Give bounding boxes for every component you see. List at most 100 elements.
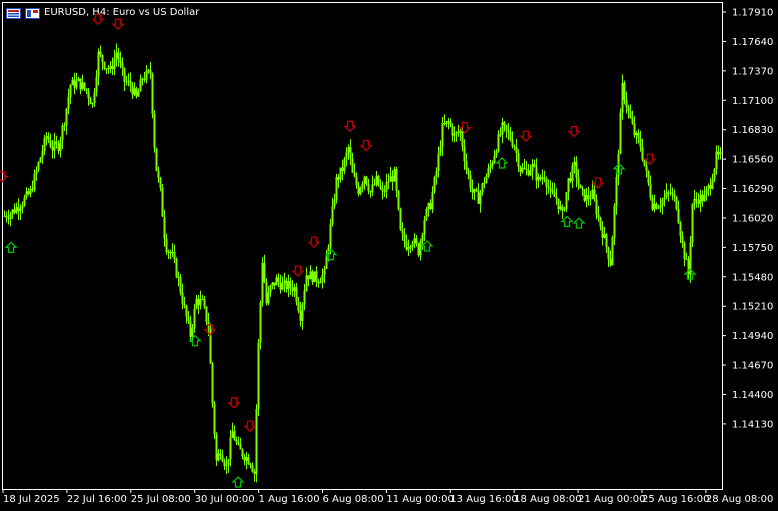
candle-body (319, 282, 322, 284)
candle-body (211, 363, 214, 404)
candle-body (711, 179, 714, 189)
candle-body (677, 208, 680, 223)
candle-body (357, 185, 360, 195)
candle-body (625, 99, 628, 107)
candle-body (103, 62, 106, 69)
candle-body (263, 262, 266, 283)
candle-body (135, 88, 138, 97)
y-axis-label: 1.17910 (732, 8, 773, 19)
candle-body (105, 68, 108, 70)
candle-body (129, 80, 132, 86)
candle-body (397, 190, 400, 209)
candle-body (511, 139, 514, 147)
candle-body (9, 214, 12, 220)
candle-body (35, 170, 38, 174)
candle-body (5, 215, 8, 218)
candle-body (229, 437, 232, 460)
candle-body (27, 191, 30, 195)
candle-body (257, 342, 260, 410)
candle-body (659, 205, 662, 208)
arrow-down-icon (227, 397, 241, 409)
candle-body (561, 206, 564, 211)
candle-body (713, 169, 716, 180)
x-axis-label: 1 Aug 16:00 (259, 494, 320, 505)
candle-body (111, 65, 114, 69)
candle-body (119, 60, 122, 64)
candle-body (403, 233, 406, 242)
arrow-down-icon (519, 130, 533, 143)
candle-body (473, 189, 476, 193)
candle-body (337, 177, 340, 180)
candle-body (193, 308, 196, 328)
candle-body (325, 256, 328, 269)
y-axis-label: 1.15750 (732, 243, 773, 254)
candle-body (517, 153, 520, 167)
candle-body (681, 235, 684, 243)
candle-body (157, 170, 160, 178)
candle-body (443, 122, 446, 124)
candle-body (451, 125, 454, 136)
candle-body (707, 185, 710, 190)
candle-body (173, 252, 176, 260)
candle-body (665, 192, 668, 198)
candle-body (143, 78, 146, 80)
candle-body (233, 431, 236, 441)
x-axis-label: 18 Aug 08:00 (514, 494, 581, 505)
candle-body (167, 251, 170, 253)
candle-body (533, 163, 536, 167)
candle-body (657, 207, 660, 209)
candle-body (81, 82, 84, 90)
candle-body (21, 205, 24, 209)
candle-body (31, 189, 34, 191)
candle-body (363, 176, 366, 184)
candle-body (649, 183, 652, 198)
candle-body (185, 305, 188, 317)
candle-body (587, 194, 590, 199)
candle-body (519, 166, 522, 172)
candle-body (545, 178, 548, 187)
arrow-down-icon (307, 236, 321, 249)
candle-body (249, 464, 252, 466)
candle-body (531, 163, 534, 171)
candle-body (299, 310, 302, 321)
candle-body (565, 192, 568, 209)
candle-body (569, 178, 572, 182)
candle-body (171, 252, 174, 254)
candle-body (661, 199, 664, 206)
candle-body (63, 125, 66, 127)
candle-body (371, 184, 374, 193)
candle-body (427, 203, 430, 209)
candle-body (515, 147, 518, 154)
candle-body (259, 302, 262, 343)
candle-body (477, 190, 480, 204)
candle-body (71, 79, 74, 86)
candle-body (245, 456, 248, 461)
candle-body (391, 176, 394, 182)
candle-body (37, 162, 40, 171)
candle-body (25, 191, 28, 198)
candle-body (147, 70, 150, 72)
candle-body (295, 287, 298, 302)
candle-body (255, 409, 258, 474)
candle-body (237, 442, 240, 445)
candle-body (471, 188, 474, 193)
candle-body (507, 129, 510, 132)
candle-body (447, 121, 450, 123)
candle-body (199, 299, 202, 306)
candle-body (413, 238, 416, 244)
candle-body (219, 453, 222, 456)
arrow-up-icon (231, 476, 245, 488)
candle-body (615, 176, 618, 206)
candle-body (291, 287, 294, 292)
candle-body (151, 73, 154, 114)
x-axis-label: 30 Jul 00:00 (195, 494, 255, 505)
candle-body (671, 192, 674, 194)
candle-body (639, 138, 642, 148)
candle-body (311, 271, 314, 283)
candle-body (301, 304, 304, 321)
candle-body (715, 151, 718, 170)
candle-body (273, 282, 276, 286)
chart-window[interactable]: EURUSD, H4: Euro vs US Dollar 1.17910 1.1… (0, 0, 778, 511)
price-chart[interactable]: 1.17910 1.17640 1.17370 1.17100 1.16830 1.165… (0, 0, 778, 511)
candle-body (191, 327, 194, 337)
